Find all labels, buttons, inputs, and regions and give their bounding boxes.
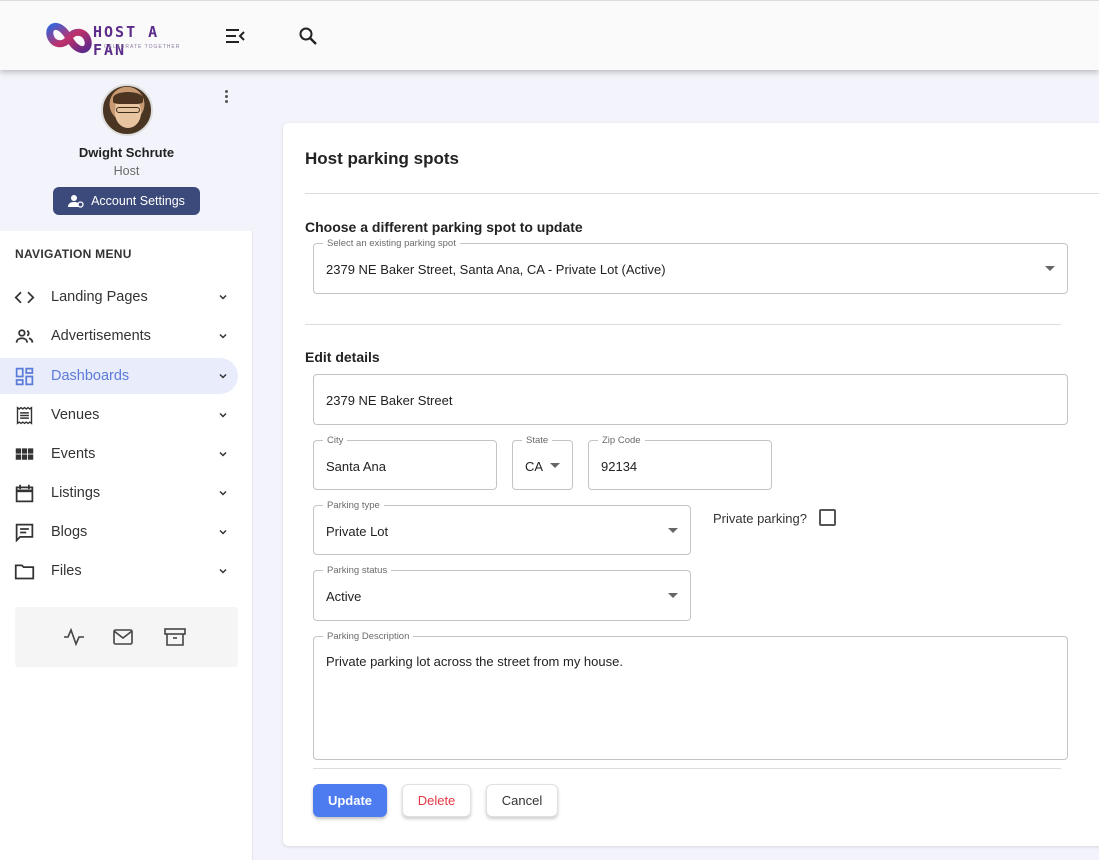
dropdown-caret-icon xyxy=(668,528,678,533)
chevron-down-icon xyxy=(219,373,227,379)
dropdown-caret-icon xyxy=(1045,266,1055,271)
chevron-down-icon xyxy=(219,412,227,418)
city-input[interactable]: City Santa Ana xyxy=(313,435,497,490)
address-input[interactable]: 2379 NE Baker Street xyxy=(313,374,1068,425)
chevron-down-icon xyxy=(219,490,227,496)
dropdown-caret-icon xyxy=(550,463,560,468)
activity-icon[interactable] xyxy=(62,625,86,649)
choose-section-title: Choose a different parking spot to updat… xyxy=(305,219,583,235)
sidebar-item-label: Landing Pages xyxy=(51,289,148,305)
page-title: Host parking spots xyxy=(305,149,459,168)
brand-tagline: CELEBRATE TOGETHER xyxy=(104,44,181,50)
code-icon xyxy=(14,291,35,304)
sidebar: Dwight Schrute Host Account Settings NAV… xyxy=(0,70,253,860)
parking-description-textarea[interactable]: Parking Description Private parking lot … xyxy=(313,631,1068,760)
city-label: City xyxy=(323,435,348,446)
chevron-down-icon xyxy=(219,294,227,300)
sidebar-item-events[interactable]: Events xyxy=(0,436,238,472)
chevron-down-icon xyxy=(219,529,227,535)
sidebar-item-blogs[interactable]: Blogs xyxy=(0,514,238,550)
receipt-icon xyxy=(16,406,33,425)
chevron-down-icon xyxy=(219,451,227,457)
folder-icon xyxy=(14,564,35,580)
parking-description-value: Private parking lot across the street fr… xyxy=(326,654,623,669)
parking-status-select[interactable]: Parking status Active xyxy=(313,565,691,621)
chevron-down-icon xyxy=(219,333,227,339)
address-value: 2379 NE Baker Street xyxy=(326,393,453,408)
city-value: Santa Ana xyxy=(326,459,386,474)
calendar-icon xyxy=(15,484,34,503)
parking-status-label: Parking status xyxy=(323,565,392,576)
dropdown-caret-icon xyxy=(668,593,678,598)
parking-spots-card: Host parking spots Choose a different pa… xyxy=(283,123,1099,846)
actions-divider xyxy=(313,768,1061,769)
zip-code-label: Zip Code xyxy=(598,435,645,446)
sidebar-item-label: Listings xyxy=(51,485,101,501)
private-parking-label: Private parking? xyxy=(713,511,807,526)
section-divider xyxy=(305,324,1061,325)
sidebar-item-label: Venues xyxy=(51,407,100,423)
mail-icon[interactable] xyxy=(111,625,135,649)
archive-icon[interactable] xyxy=(163,625,187,649)
parking-type-select[interactable]: Parking type Private Lot xyxy=(313,500,691,555)
parking-spot-select[interactable]: Select an existing parking spot 2379 NE … xyxy=(313,238,1068,294)
sidebar-item-venues[interactable]: Venues xyxy=(0,397,238,433)
infinity-logo-icon xyxy=(46,22,92,54)
nav-heading: NAVIGATION MENU xyxy=(15,247,132,261)
sidebar-item-label: Dashboards xyxy=(51,368,130,384)
profile-role: Host xyxy=(113,164,140,178)
sidebar-item-dashboards[interactable]: Dashboards xyxy=(0,358,238,394)
edit-section-title: Edit details xyxy=(305,349,380,365)
account-settings-label: Account Settings xyxy=(91,194,185,208)
chevron-down-icon xyxy=(219,568,227,574)
more-vert-icon[interactable] xyxy=(220,88,232,106)
grid-icon xyxy=(15,448,34,460)
menu-collapse-icon[interactable] xyxy=(223,24,247,48)
zip-code-value: 92134 xyxy=(601,459,638,474)
quick-actions xyxy=(15,607,238,667)
people-icon xyxy=(15,329,34,343)
sidebar-item-label: Files xyxy=(51,563,82,579)
parking-spot-select-value: 2379 NE Baker Street, Santa Ana, CA - Pr… xyxy=(326,262,666,277)
zip-code-input[interactable]: Zip Code 92134 xyxy=(588,435,772,490)
sidebar-item-label: Advertisements xyxy=(51,328,151,344)
private-parking-checkbox[interactable] xyxy=(819,509,836,526)
dashboard-icon xyxy=(15,367,34,386)
parking-type-value: Private Lot xyxy=(326,524,389,539)
parking-description-label: Parking Description xyxy=(323,631,414,642)
user-cog-icon xyxy=(68,195,84,208)
sidebar-item-listings[interactable]: Listings xyxy=(0,475,238,511)
brand-logo[interactable]: HOST A FAN CELEBRATE TOGETHER xyxy=(46,13,186,63)
brand-name: HOST A FAN xyxy=(93,23,160,59)
parking-status-value: Active xyxy=(326,589,362,604)
comment-icon xyxy=(15,523,34,543)
state-label: State xyxy=(522,435,553,446)
parking-type-label: Parking type xyxy=(323,500,384,511)
avatar-hair xyxy=(113,92,143,104)
sidebar-item-files[interactable]: Files xyxy=(0,553,238,589)
delete-button[interactable]: Delete xyxy=(402,784,471,817)
account-settings-button[interactable]: Account Settings xyxy=(53,187,200,215)
cancel-button[interactable]: Cancel xyxy=(486,784,558,817)
sidebar-item-label: Blogs xyxy=(51,524,88,540)
title-divider xyxy=(305,193,1099,194)
sidebar-item-label: Events xyxy=(51,446,96,462)
profile-panel: Dwight Schrute Host Account Settings xyxy=(0,70,253,231)
state-value: CA xyxy=(525,459,544,474)
sidebar-item-landing-pages[interactable]: Landing Pages xyxy=(0,279,238,315)
avatar[interactable] xyxy=(101,84,153,136)
search-icon[interactable] xyxy=(296,24,320,48)
state-select[interactable]: State CA xyxy=(512,435,573,490)
update-button[interactable]: Update xyxy=(313,784,387,817)
profile-name: Dwight Schrute xyxy=(78,145,175,160)
sidebar-item-advertisements[interactable]: Advertisements xyxy=(0,318,238,354)
parking-spot-select-label: Select an existing parking spot xyxy=(323,238,460,249)
avatar-glasses xyxy=(116,107,140,113)
top-bar: HOST A FAN CELEBRATE TOGETHER xyxy=(0,0,1099,70)
